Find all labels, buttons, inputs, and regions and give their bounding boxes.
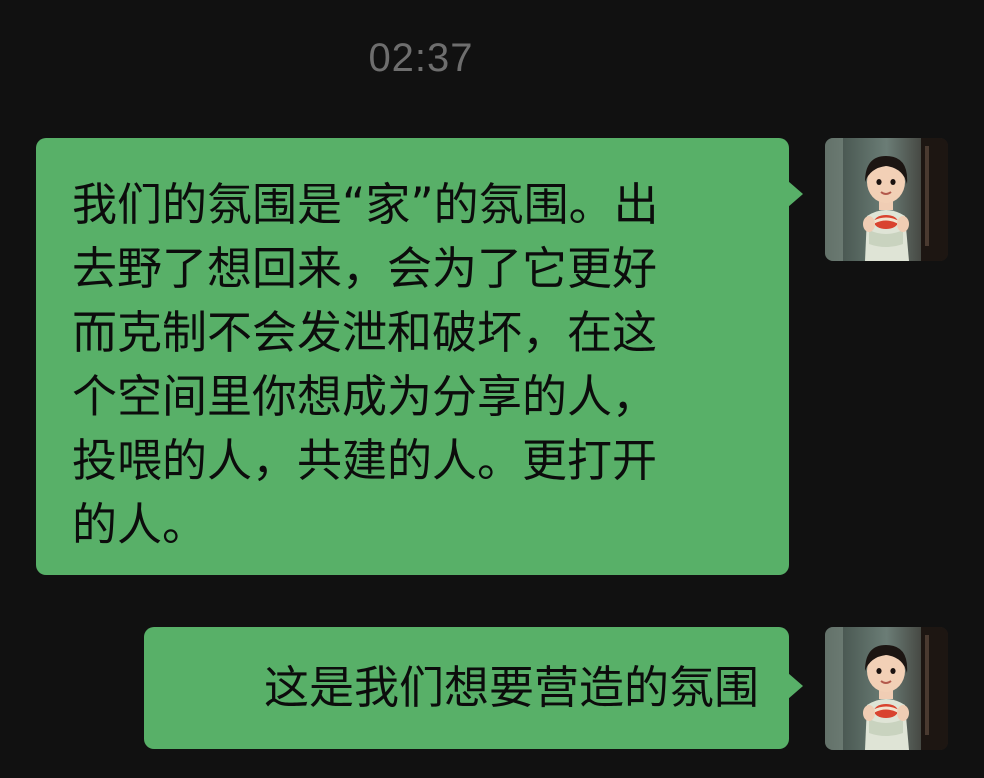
message-text: 这是我们想要营造的氛围	[263, 661, 759, 714]
message-bubble[interactable]: 这是我们想要营造的氛围	[144, 627, 803, 749]
user-avatar[interactable]	[825, 627, 948, 750]
avatar-photo-icon	[825, 138, 948, 261]
message-timestamp: 02:37	[368, 36, 474, 80]
message-row: 这是我们想要营造的氛围	[0, 627, 984, 751]
message-line: 去野了想回来，会为了它更好	[72, 242, 658, 295]
message-row: 我们的氛围是“家”的氛围。出 去野了想回来，会为了它更好 而克制不会发泄和破坏，…	[0, 138, 984, 578]
message-line: 我们的氛围是“家”的氛围。出	[72, 178, 659, 231]
user-avatar[interactable]	[825, 138, 948, 261]
message-line: 的人。	[72, 498, 208, 551]
message-bubble[interactable]: 我们的氛围是“家”的氛围。出 去野了想回来，会为了它更好 而克制不会发泄和破坏，…	[36, 138, 803, 575]
message-line: 个空间里你想成为分享的人，	[72, 370, 658, 423]
message-line: 投喂的人，共建的人。更打开	[72, 434, 658, 487]
message-line: 而克制不会发泄和破坏，在这	[72, 306, 658, 359]
avatar-photo-icon	[825, 627, 948, 750]
